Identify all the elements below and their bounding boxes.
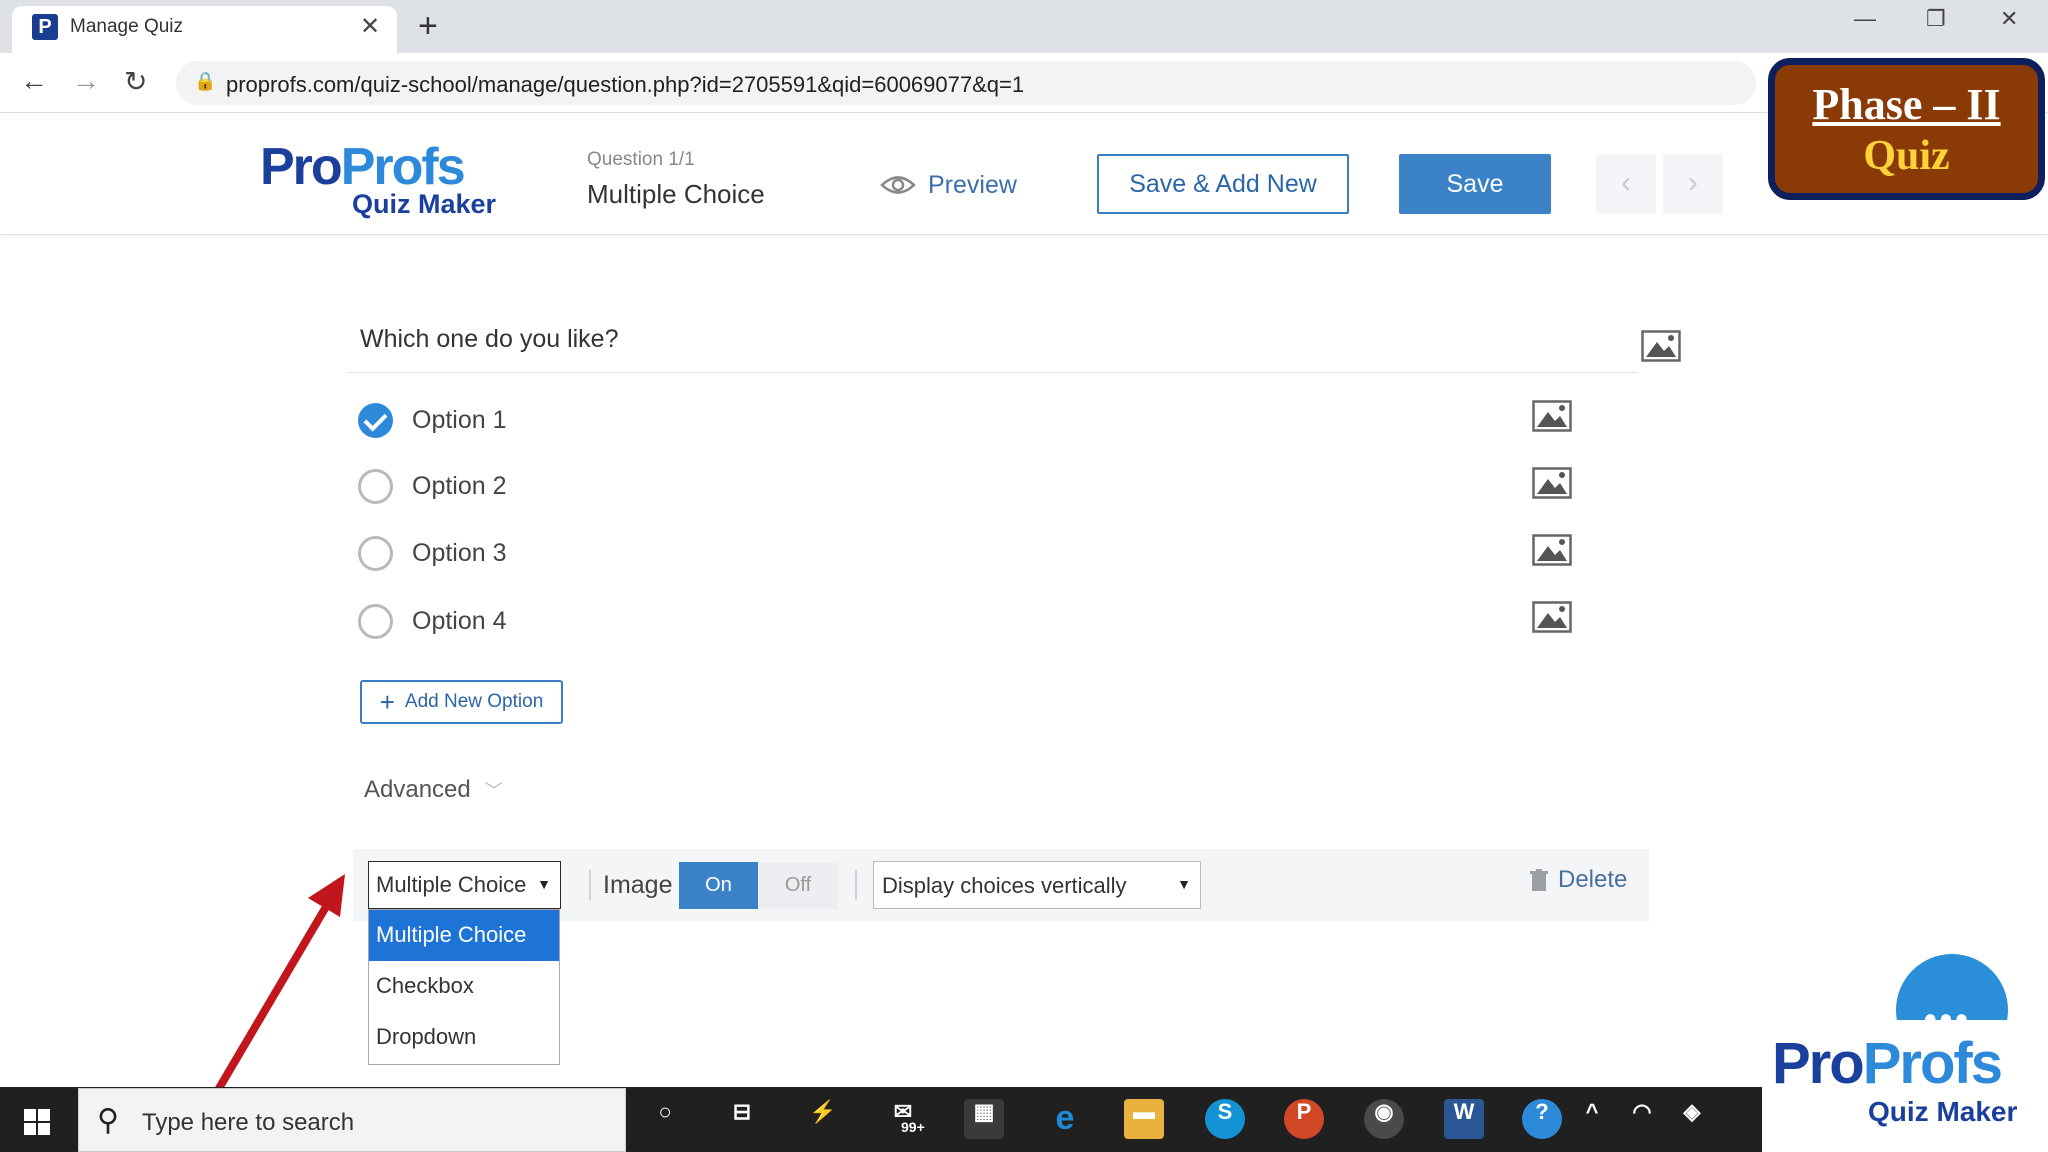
divider (589, 870, 591, 900)
proprofs-logo[interactable]: ProProfs Quiz Maker (260, 137, 500, 219)
option-radio[interactable] (358, 535, 393, 571)
dropdown-option-checkbox[interactable]: Checkbox (369, 961, 559, 1012)
windows-start-icon[interactable] (24, 1109, 50, 1135)
edge-icon[interactable]: e (1045, 1099, 1085, 1139)
add-option-label: Add New Option (404, 691, 544, 712)
quiz-editor-header: ProProfs Quiz Maker Question 1/1 Multipl… (0, 113, 2048, 235)
display-choices-value: Display choices vertically (882, 873, 1127, 898)
address-bar-row: ← → ↻ 🔒 proprofs.com/quiz-school/manage/… (0, 53, 2048, 113)
tab-title: Manage Quiz (70, 16, 184, 37)
help-icon[interactable]: ? (1522, 1099, 1562, 1139)
taskbar-search-input[interactable]: ⚲ Type here to search (78, 1088, 626, 1152)
display-choices-select[interactable]: Display choices vertically ▼ (873, 861, 1201, 909)
question-type-title: Multiple Choice (587, 179, 765, 209)
question-text-input[interactable]: Which one do you like? (360, 325, 618, 354)
browser-tab[interactable]: P Manage Quiz ✕ (12, 6, 397, 53)
badge-phase-text: Phase – II (1812, 80, 2001, 129)
search-placeholder: Type here to search (142, 1109, 355, 1136)
correct-answer-check-icon[interactable] (358, 402, 393, 438)
option-label[interactable]: Option 3 (412, 539, 507, 568)
lock-icon: 🔒 (194, 71, 217, 91)
chevron-up-icon[interactable]: ^ (1572, 1099, 1612, 1139)
badge-quiz-text: Quiz (1863, 133, 1950, 179)
option-label[interactable]: Option 2 (412, 472, 507, 501)
eye-icon (880, 176, 916, 194)
question-type-value: Multiple Choice (376, 872, 527, 897)
image-toggle-on[interactable]: On (679, 862, 758, 909)
image-toggle-off[interactable]: Off (758, 862, 838, 909)
question-counter: Question 1/1 (587, 149, 695, 170)
restore-icon[interactable]: ❐ (1926, 6, 1946, 32)
proprofs-watermark-logo: ProProfs Quiz Maker (1762, 1020, 2048, 1152)
file-explorer-icon[interactable]: ▬ (1124, 1099, 1164, 1139)
powerpoint-icon[interactable]: P (1284, 1099, 1324, 1139)
save-button[interactable]: Save (1399, 154, 1551, 214)
dropbox-icon[interactable]: ◈ (1672, 1099, 1712, 1139)
mail-badge: 99+ (901, 1119, 925, 1135)
option-row[interactable]: Option 3 (358, 534, 507, 572)
new-tab-button[interactable]: + (418, 6, 438, 46)
url-input[interactable]: 🔒 proprofs.com/quiz-school/manage/questi… (176, 61, 1756, 105)
trash-icon (1530, 869, 1548, 891)
previous-question-icon[interactable]: ‹ (1596, 154, 1656, 214)
search-icon: ⚲ (97, 1104, 119, 1137)
question-type-select[interactable]: Multiple Choice ▼ (368, 861, 561, 909)
close-window-icon[interactable]: ✕ (2000, 6, 2018, 32)
plus-icon: + (379, 687, 395, 717)
option-radio[interactable] (358, 468, 393, 504)
option-image-icon[interactable] (1532, 400, 1572, 432)
network-icon[interactable]: ◠ (1622, 1099, 1662, 1139)
delete-question-button[interactable]: Delete (1530, 866, 1627, 894)
store-icon[interactable]: ▦ (964, 1099, 1004, 1139)
option-image-icon[interactable] (1532, 534, 1572, 566)
proprofs-favicon-icon: P (32, 14, 58, 40)
lightning-app-icon[interactable]: ⚡ (803, 1099, 843, 1139)
dropdown-option-dropdown[interactable]: Dropdown (369, 1012, 559, 1063)
task-view-icon[interactable]: ⊟ (722, 1099, 762, 1139)
browser-tab-bar: P Manage Quiz ✕ + — ❐ ✕ (0, 0, 2048, 53)
save-and-add-new-button[interactable]: Save & Add New (1097, 154, 1349, 214)
skype-icon[interactable]: S (1205, 1099, 1245, 1139)
watermark-wordmark: ProProfs (1772, 1031, 2003, 1096)
url-text: proprofs.com/quiz-school/manage/question… (226, 72, 1025, 97)
reload-icon[interactable]: ↻ (124, 65, 147, 98)
question-image-icon[interactable] (1641, 330, 1681, 362)
option-label[interactable]: Option 1 (412, 406, 507, 435)
caret-down-icon: ▼ (1177, 876, 1191, 892)
minimize-icon[interactable]: — (1854, 6, 1876, 32)
caret-down-icon: ▼ (537, 876, 551, 892)
logo-wordmark: ProProfs (260, 138, 466, 196)
option-row[interactable]: Option 4 (358, 602, 507, 640)
delete-label: Delete (1558, 866, 1628, 893)
image-toggle-label: Image (603, 871, 673, 899)
cortana-icon[interactable]: ○ (645, 1099, 685, 1139)
option-row[interactable]: Option 1 (358, 401, 507, 439)
divider (855, 870, 857, 900)
mail-icon[interactable]: ✉ 99+ (883, 1099, 925, 1139)
option-image-icon[interactable] (1532, 601, 1572, 633)
next-question-icon[interactable]: › (1663, 154, 1723, 214)
option-radio[interactable] (358, 603, 393, 639)
option-row[interactable]: Option 2 (358, 467, 507, 505)
chrome-icon[interactable]: ◉ (1364, 1099, 1404, 1139)
annotation-arrow-icon (214, 874, 345, 1093)
question-underline (348, 372, 1638, 373)
dropdown-option-multiple-choice[interactable]: Multiple Choice (369, 910, 559, 961)
question-type-dropdown-list: Multiple Choice Checkbox Dropdown (368, 909, 560, 1065)
preview-label: Preview (928, 170, 1017, 199)
add-new-option-button[interactable]: + Add New Option (360, 680, 563, 724)
back-icon[interactable]: ← (20, 65, 48, 97)
phase-badge: Phase – II Quiz (1768, 58, 2045, 200)
option-image-icon[interactable] (1532, 467, 1572, 499)
logo-subtitle: Quiz Maker (352, 189, 497, 219)
watermark-subtitle: Quiz Maker (1868, 1096, 2018, 1127)
advanced-toggle[interactable]: Advanced ﹀ (364, 776, 503, 804)
forward-icon[interactable]: → (72, 65, 100, 97)
tab-close-icon[interactable]: ✕ (360, 12, 380, 41)
word-icon[interactable]: W (1444, 1099, 1484, 1139)
option-label[interactable]: Option 4 (412, 607, 507, 636)
advanced-label: Advanced (364, 776, 471, 803)
preview-button[interactable]: Preview (880, 165, 1017, 205)
chevron-down-icon: ﹀ (484, 781, 503, 801)
